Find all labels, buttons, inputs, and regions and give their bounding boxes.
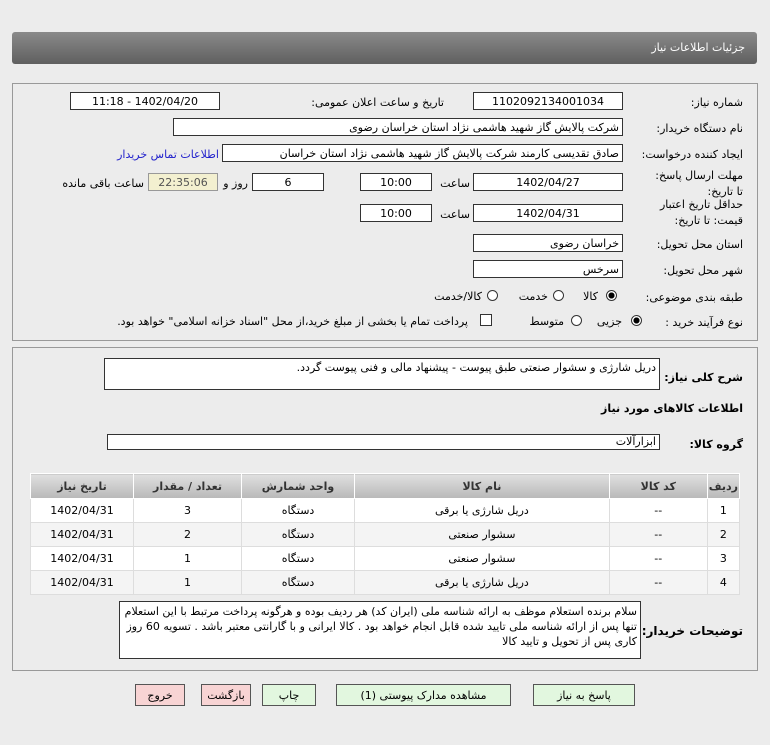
cell-unit: دستگاه [241, 522, 355, 547]
col-header-code: کد کالا [608, 473, 708, 499]
validity-date-field: 1402/04/31 [473, 204, 623, 222]
back-button[interactable]: بازگشت [201, 684, 251, 706]
city-field: سرخس [473, 260, 623, 278]
remaining-label: ساعت باقی مانده [62, 177, 144, 190]
cell-item-name: دریل شارژی یا برقی [354, 570, 610, 595]
days-label: روز و [223, 177, 248, 190]
province-field: خراسان رضوی [473, 234, 623, 252]
table-row: 3 -- سشوار صنعتی دستگاه 1 1402/04/31 [30, 546, 741, 571]
cell-need-date: 1402/04/31 [30, 546, 134, 571]
need-number-label: شماره نیاز: [690, 96, 743, 109]
cell-quantity: 3 [133, 498, 242, 523]
cell-row-number: 3 [706, 546, 741, 571]
process-option-medium: متوسط [529, 315, 564, 328]
validity-time-field: 10:00 [360, 204, 432, 222]
process-label: نوع فرآیند خرید : [665, 316, 743, 329]
cell-quantity: 2 [133, 522, 242, 547]
category-label: طبقه بندی موضوعی: [645, 291, 743, 304]
cell-item-code: -- [608, 546, 708, 571]
col-header-qty: تعداد / مقدار [133, 473, 242, 499]
buyer-field: شرکت پالایش گاز شهید هاشمی نژاد استان خر… [173, 118, 623, 136]
cell-item-code: -- [608, 570, 708, 595]
remaining-time-field: 22:35:06 [148, 173, 218, 191]
page-header: جزئیات اطلاعات نیاز [12, 32, 757, 64]
cell-unit: دستگاه [241, 570, 355, 595]
category-radio-both[interactable] [487, 290, 498, 301]
announce-field: 1402/04/20 - 11:18 [70, 92, 220, 110]
category-option-both: کالا/خدمت [434, 290, 482, 303]
table-row: 2 -- سشوار صنعتی دستگاه 2 1402/04/31 [30, 522, 741, 547]
province-label: استان محل تحویل: [656, 238, 743, 251]
summary-field: دریل شارژی و سشوار صنعتی طبق پیوست - پیش… [104, 358, 660, 390]
cell-need-date: 1402/04/31 [30, 522, 134, 547]
cell-row-number: 2 [706, 522, 741, 547]
category-radio-service[interactable] [553, 290, 564, 301]
col-header-date: تاریخ نیاز [30, 473, 134, 499]
deadline-label: مهلت ارسال پاسخ: تا تاریخ: [655, 169, 743, 198]
city-label: شهر محل تحویل: [663, 264, 743, 277]
days-field: 6 [252, 173, 324, 191]
cell-need-date: 1402/04/31 [30, 570, 134, 595]
contact-buyer-link[interactable]: اطلاعات تماس خریدار [117, 148, 219, 161]
group-field: ابزارآلات [107, 434, 660, 450]
print-button[interactable]: چاپ [262, 684, 316, 706]
table-row: 1 -- دریل شارژی یا برقی دستگاه 3 1402/04/31 [30, 498, 741, 523]
items-title: اطلاعات کالاهای مورد نیاز [601, 402, 743, 415]
cell-quantity: 1 [133, 546, 242, 571]
cell-unit: دستگاه [241, 498, 355, 523]
treasury-payment-note: پرداخت تمام یا بخشی از مبلغ خرید،از محل … [117, 315, 468, 328]
table-row: 4 -- دریل شارژی یا برقی دستگاه 1 1402/04/31 [30, 570, 741, 595]
category-radio-goods[interactable] [606, 290, 617, 301]
need-number-field: 1102092134001034 [473, 92, 623, 110]
category-option-goods: کالا [583, 290, 598, 303]
col-header-unit: واحد شمارش [241, 473, 355, 499]
cell-item-name: دریل شارژی یا برقی [354, 498, 610, 523]
creator-field: صادق تقدیسی کارمند شرکت پالایش گاز شهید … [222, 144, 623, 162]
buyer-label: نام دستگاه خریدار: [656, 122, 743, 135]
page-title: جزئیات اطلاعات نیاز [651, 41, 745, 54]
validity-label: حداقل تاریخ اعتبار قیمت: تا تاریخ: [659, 198, 743, 227]
announce-label: تاریخ و ساعت اعلان عمومی: [311, 96, 444, 109]
deadline-time-field: 10:00 [360, 173, 432, 191]
deadline-date-field: 1402/04/27 [473, 173, 623, 191]
buyer-notes-field: سلام برنده استعلام موظف به ارائه شناسه م… [119, 601, 641, 659]
treasury-payment-checkbox[interactable] [480, 314, 492, 326]
validity-time-label: ساعت [440, 208, 470, 221]
deadline-time-label: ساعت [440, 177, 470, 190]
exit-button[interactable]: خروج [135, 684, 185, 706]
cell-item-code: -- [608, 498, 708, 523]
buyer-notes-label: توضیحات خریدار: [641, 624, 743, 638]
col-header-name: نام کالا [354, 473, 610, 499]
summary-label: شرح کلی نیاز: [664, 371, 743, 384]
items-table: ردیف کد کالا نام کالا واحد شمارش تعداد /… [30, 473, 741, 595]
view-attachments-button[interactable]: مشاهده مدارک پیوستی (1) [336, 684, 511, 706]
category-option-service: خدمت [518, 290, 548, 303]
process-radio-minor[interactable] [631, 315, 642, 326]
process-radio-medium[interactable] [571, 315, 582, 326]
reply-button[interactable]: پاسخ به نیاز [533, 684, 635, 706]
col-header-row: ردیف [706, 473, 741, 499]
process-option-minor: جزیی [596, 315, 622, 328]
cell-item-name: سشوار صنعتی [354, 522, 610, 547]
creator-label: ایجاد کننده درخواست: [641, 148, 743, 161]
cell-item-code: -- [608, 522, 708, 547]
cell-row-number: 1 [706, 498, 741, 523]
cell-item-name: سشوار صنعتی [354, 546, 610, 571]
cell-row-number: 4 [706, 570, 741, 595]
cell-quantity: 1 [133, 570, 242, 595]
cell-unit: دستگاه [241, 546, 355, 571]
group-label: گروه کالا: [689, 438, 743, 451]
cell-need-date: 1402/04/31 [30, 498, 134, 523]
